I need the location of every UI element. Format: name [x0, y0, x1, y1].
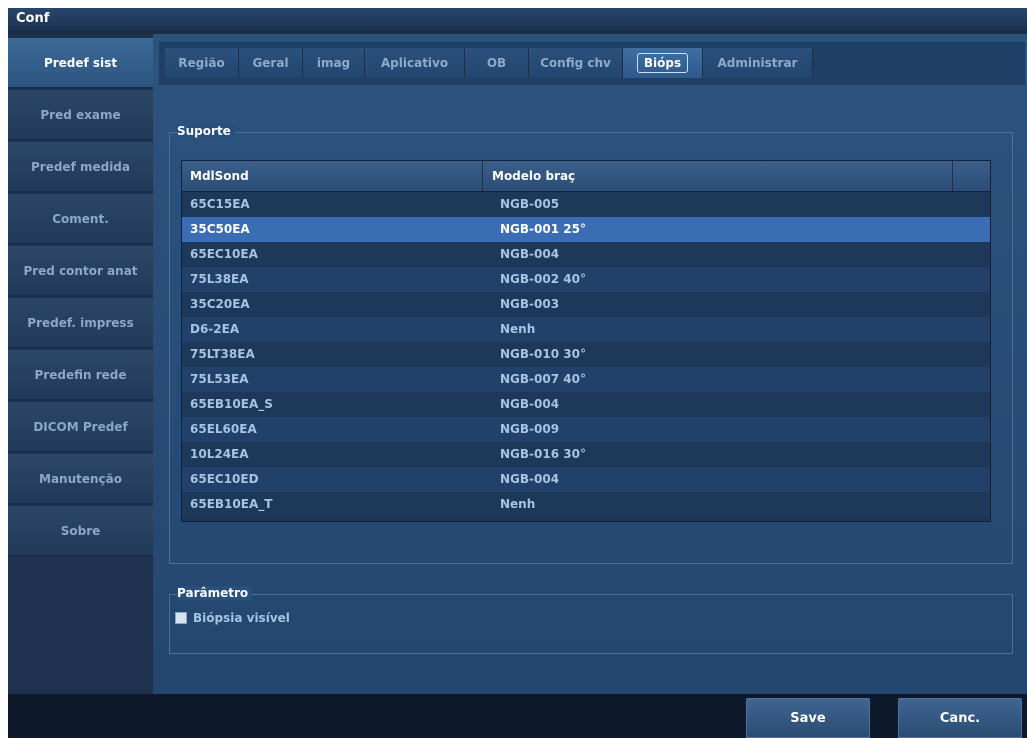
table-row[interactable]: 75L38EA NGB-002 40°: [182, 267, 990, 292]
column-header-modelo-brac[interactable]: Modelo braç: [492, 161, 575, 191]
bracket-cell: NGB-004: [500, 472, 560, 486]
bracket-cell: NGB-004: [500, 397, 560, 411]
table-row[interactable]: 75LT38EA NGB-010 30°: [182, 342, 990, 367]
bracket-cell: NGB-007 40°: [500, 372, 586, 386]
sidebar-item-pred-contor-anat[interactable]: Pred contor anat: [8, 246, 153, 296]
bracket-cell: NGB-004: [500, 247, 560, 261]
tab-biops-label: Bióps: [636, 53, 689, 73]
table-row[interactable]: 10L24EA NGB-016 30°: [182, 442, 990, 467]
probe-cell: 35C50EA: [190, 222, 250, 236]
probe-cell: 75LT38EA: [190, 347, 255, 361]
tab-regiao[interactable]: Região: [165, 48, 239, 78]
bottom-bar: Save Canc.: [8, 694, 1027, 738]
probe-cell: 35C20EA: [190, 297, 250, 311]
parametro-group: [169, 594, 1013, 654]
window-title: Conf: [8, 8, 1027, 30]
probe-cell: 65EB10EA_T: [190, 497, 273, 511]
bracket-cell: NGB-002 40°: [500, 272, 586, 286]
bracket-cell: NGB-005: [500, 197, 560, 211]
probe-cell: 75L53EA: [190, 372, 249, 386]
probe-cell: 65EC10EA: [190, 247, 258, 261]
probe-cell: 65C15EA: [190, 197, 250, 211]
bracket-cell: NGB-001 25°: [500, 222, 586, 236]
probe-cell: D6-2EA: [190, 322, 240, 336]
tab-aplicativo[interactable]: Aplicativo: [365, 48, 465, 78]
probe-cell: 10L24EA: [190, 447, 249, 461]
main-panel: Região Geral imag Aplicativo OB Config c…: [153, 34, 1027, 694]
bracket-cell: NGB-009: [500, 422, 560, 436]
tab-config-chv[interactable]: Config chv: [529, 48, 623, 78]
table-row[interactable]: 65EB10EA_T Nenh: [182, 492, 990, 517]
bracket-cell: NGB-016 30°: [500, 447, 586, 461]
sidebar-item-pred-exame[interactable]: Pred exame: [8, 90, 153, 140]
sidebar-item-sobre[interactable]: Sobre: [8, 506, 153, 556]
tab-bar: Região Geral imag Aplicativo OB Config c…: [159, 42, 1025, 85]
probe-cell: 75L38EA: [190, 272, 249, 286]
biopsy-visible-checkbox[interactable]: [175, 612, 187, 624]
sidebar-item-predef-medida[interactable]: Predef medida: [8, 142, 153, 192]
table-header: MdlSond Modelo braç: [182, 161, 990, 192]
probe-cell: 65EC10ED: [190, 472, 259, 486]
tab-biops[interactable]: Bióps: [623, 48, 703, 78]
sidebar-item-predef-sist[interactable]: Predef sist: [8, 38, 153, 88]
sidebar-item-predefin-rede[interactable]: Predefin rede: [8, 350, 153, 400]
probe-cell: 65EB10EA_S: [190, 397, 273, 411]
table-row[interactable]: 35C20EA NGB-003: [182, 292, 990, 317]
biopsy-visible-label[interactable]: Biópsia visível: [193, 609, 290, 627]
sidebar: Predef sist Pred exame Predef medida Com…: [8, 34, 153, 694]
sidebar-item-manutencao[interactable]: Manutenção: [8, 454, 153, 504]
save-button[interactable]: Save: [746, 698, 870, 738]
column-header-mdlsond[interactable]: MdlSond: [190, 161, 249, 191]
table-row[interactable]: 65EL60EA NGB-009: [182, 417, 990, 442]
tab-ob[interactable]: OB: [465, 48, 529, 78]
suporte-title: Suporte: [177, 124, 235, 138]
tab-geral[interactable]: Geral: [239, 48, 303, 78]
table-row-selected[interactable]: 35C50EA NGB-001 25°: [182, 217, 990, 242]
bracket-cell: NGB-003: [500, 297, 560, 311]
cancel-button[interactable]: Canc.: [898, 698, 1022, 738]
table-row[interactable]: 65EB10EA_S NGB-004: [182, 392, 990, 417]
parametro-title: Parâmetro: [177, 586, 253, 600]
bracket-cell: Nenh: [500, 322, 536, 336]
table-row[interactable]: D6-2EA Nenh: [182, 317, 990, 342]
tab-administrar[interactable]: Administrar: [703, 48, 813, 78]
table-row[interactable]: 65EC10ED NGB-004: [182, 467, 990, 492]
bracket-cell: Nenh: [500, 497, 536, 511]
sidebar-item-dicom-predef[interactable]: DICOM Predef: [8, 402, 153, 452]
sidebar-item-predef-impress[interactable]: Predef. impress: [8, 298, 153, 348]
tab-imag[interactable]: imag: [303, 48, 365, 78]
table-row[interactable]: 75L53EA NGB-007 40°: [182, 367, 990, 392]
bracket-cell: NGB-010 30°: [500, 347, 586, 361]
probe-bracket-table: MdlSond Modelo braç 65C15EA NGB-005 35C5…: [181, 160, 991, 522]
config-window: Conf Predef sist Pred exame Predef medid…: [8, 8, 1027, 738]
sidebar-item-coment[interactable]: Coment.: [8, 194, 153, 244]
probe-cell: 65EL60EA: [190, 422, 257, 436]
table-row[interactable]: 65EC10EA NGB-004: [182, 242, 990, 267]
table-row[interactable]: 65C15EA NGB-005: [182, 192, 990, 217]
column-divider: [482, 161, 483, 191]
column-divider: [952, 161, 953, 191]
